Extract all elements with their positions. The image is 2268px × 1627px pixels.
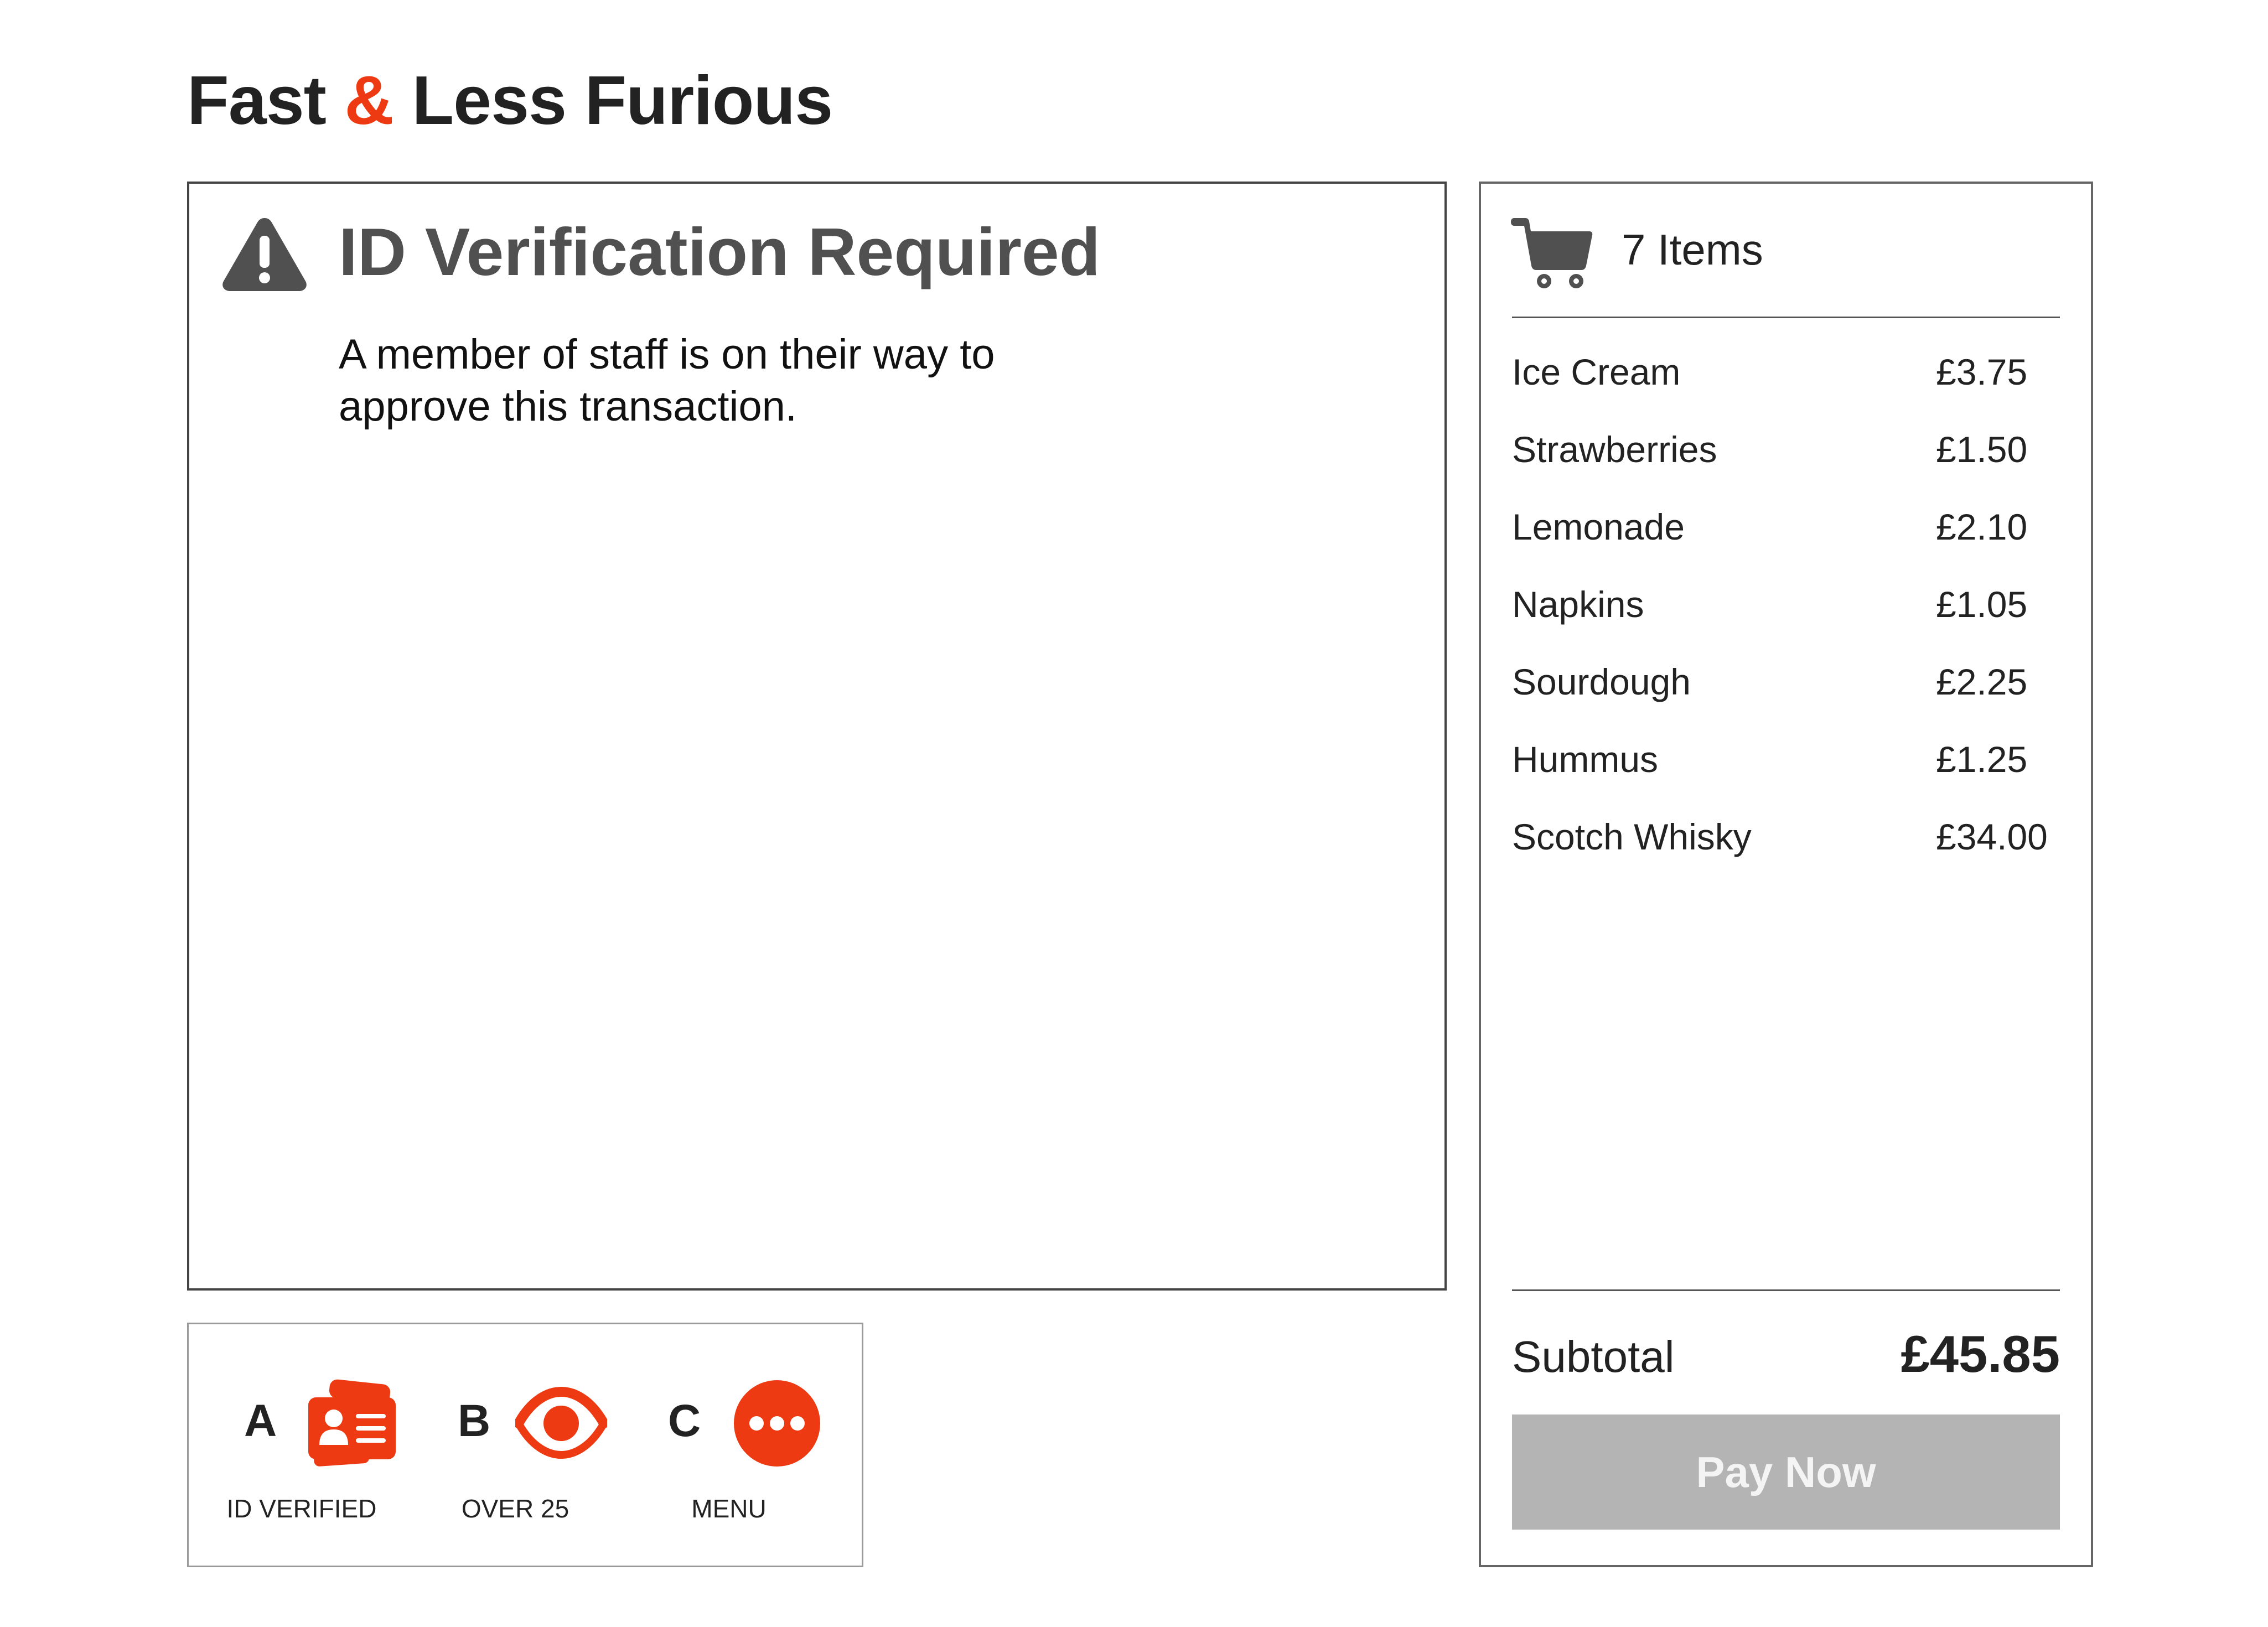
cart-icon: [1511, 218, 1593, 288]
item-price: £2.10: [1936, 506, 2028, 547]
item-price: £34.00: [1936, 816, 2048, 857]
list-item: Hummus £1.25: [1512, 737, 2060, 815]
action-label: OVER 25: [461, 1494, 569, 1523]
alert-heading: ID Verification Required: [339, 214, 1101, 289]
action-label: MENU: [691, 1494, 767, 1523]
action-label: ID VERIFIED: [226, 1494, 377, 1523]
subtotal-label: Subtotal: [1512, 1332, 1675, 1381]
item-price: £1.50: [1936, 429, 2028, 470]
list-item: Ice Cream £3.75: [1512, 350, 2060, 427]
subtotal-value: £45.85: [1901, 1325, 2060, 1383]
list-item: Sourdough £2.25: [1512, 660, 2060, 737]
action-key-label: C: [668, 1396, 701, 1446]
id-verified-button[interactable]: A ID VERIFIED: [196, 1324, 407, 1566]
title-ampersand: &: [344, 63, 394, 139]
item-name: Lemonade: [1512, 506, 1685, 547]
item-name: Scotch Whisky: [1512, 816, 1752, 857]
item-name: Hummus: [1512, 739, 1659, 780]
action-key-label: A: [244, 1396, 277, 1446]
item-name: Napkins: [1512, 584, 1644, 625]
item-price: £3.75: [1936, 351, 2028, 392]
item-price: £2.25: [1936, 661, 2028, 702]
item-name: Sourdough: [1512, 661, 1691, 702]
list-item: Scotch Whisky £34.00: [1512, 815, 2060, 892]
cart-panel: 7 Items Ice Cream £3.75 Strawberries £1.…: [1479, 182, 2093, 1567]
over-25-button[interactable]: B OVER 25: [410, 1324, 620, 1566]
menu-button[interactable]: C MENU: [624, 1324, 834, 1566]
alert-panel: ID Verification Required A member of sta…: [187, 182, 1447, 1291]
id-card-icon: [308, 1379, 396, 1467]
subtotal-divider: [1512, 1289, 2060, 1291]
staff-action-bar: A ID VERIFIED B OVER 25 C MENU: [187, 1323, 863, 1567]
list-item: Lemonade £2.10: [1512, 505, 2060, 582]
alert-message: A member of staff is on their way to app…: [339, 331, 995, 430]
cart-divider: [1512, 317, 2060, 318]
title-part-fast: Fast: [187, 63, 345, 139]
item-name: Strawberries: [1512, 429, 1717, 470]
item-price: £1.05: [1936, 584, 2028, 625]
list-item: Strawberries £1.50: [1512, 427, 2060, 505]
action-key-label: B: [458, 1396, 491, 1446]
cart-item-list: Ice Cream £3.75 Strawberries £1.50 Lemon…: [1512, 350, 2060, 892]
list-item: Napkins £1.05: [1512, 582, 2060, 660]
cart-item-count: 7 Items: [1622, 225, 1763, 274]
warning-icon: [222, 218, 307, 291]
eye-icon: [515, 1386, 607, 1459]
more-icon: [734, 1380, 820, 1467]
title-part-less-furious: Less Furious: [393, 63, 833, 139]
item-price: £1.25: [1936, 739, 2028, 780]
pay-now-button[interactable]: Pay Now: [1512, 1414, 2060, 1530]
app-title: Fast & Less Furious: [187, 66, 833, 135]
item-name: Ice Cream: [1512, 351, 1681, 392]
